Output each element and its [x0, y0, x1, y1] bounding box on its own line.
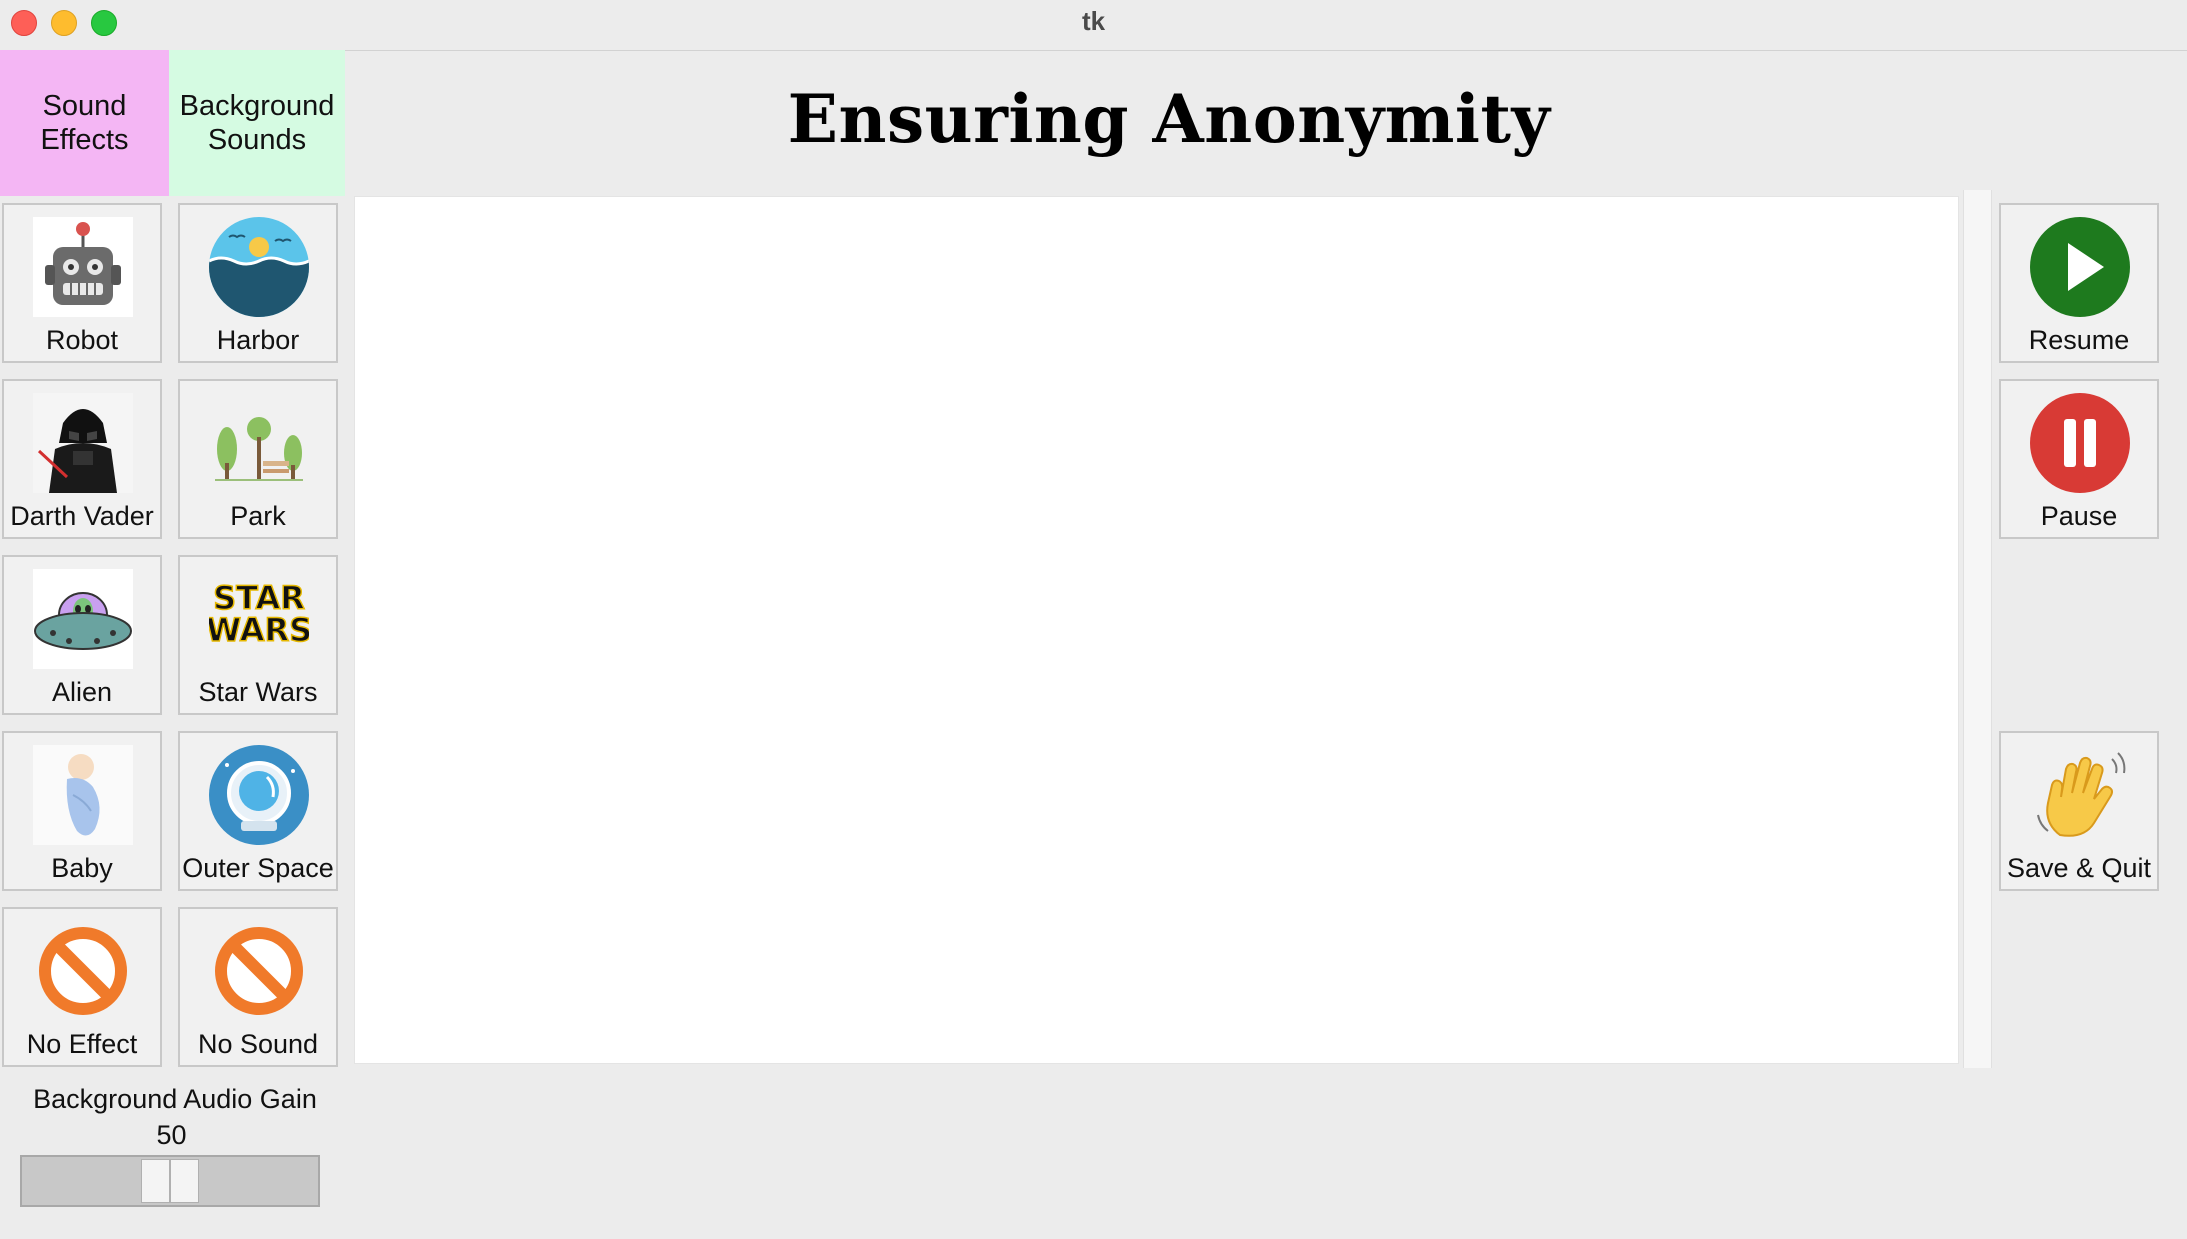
outer-space-button-label: Outer Space	[182, 853, 334, 883]
tab-background-sounds-label: Background Sounds	[179, 90, 335, 156]
page-title: Ensuring Anonymity	[787, 80, 1551, 158]
alien-button-label: Alien	[51, 677, 113, 707]
window-title: tk	[1081, 6, 1106, 36]
gain-slider-thumb[interactable]	[141, 1159, 199, 1203]
tab-background-sounds[interactable]: Background Sounds	[169, 50, 345, 196]
alien-ufo-icon	[33, 569, 133, 669]
play-icon	[2030, 217, 2130, 317]
darth-vader-button[interactable]: Darth Vader	[2, 379, 162, 539]
no-entry-icon	[209, 921, 309, 1021]
no-sound-button-label: No Sound	[197, 1029, 319, 1059]
baby-button-label: Baby	[51, 853, 113, 883]
robot-button-label: Robot	[45, 325, 119, 355]
resume-button[interactable]: Resume	[1999, 203, 2159, 363]
astronaut-helmet-icon	[209, 745, 309, 845]
tab-sound-effects[interactable]: Sound Effects	[0, 50, 169, 196]
harbor-button-label: Harbor	[216, 325, 300, 355]
baby-button[interactable]: Baby	[2, 731, 162, 891]
pause-button[interactable]: Pause	[1999, 379, 2159, 539]
harbor-button[interactable]: Harbor	[178, 203, 338, 363]
tab-sound-effects-label: Sound Effects	[40, 90, 129, 156]
no-effect-button[interactable]: No Effect	[2, 907, 162, 1067]
save-quit-button[interactable]: Save & Quit	[1999, 731, 2159, 891]
robot-button[interactable]: Robot	[2, 203, 162, 363]
star-wars-button-label: Star Wars	[198, 677, 318, 707]
alien-button[interactable]: Alien	[2, 555, 162, 715]
pause-icon	[2030, 393, 2130, 493]
gain-value: 50	[156, 1120, 187, 1150]
waving-hand-icon	[2030, 745, 2130, 845]
window-titlebar: tk	[0, 0, 2187, 51]
gain-label: Background Audio Gain	[33, 1084, 317, 1114]
video-canvas[interactable]	[354, 196, 1959, 1064]
star-wars-logo-icon: STAR WARS	[209, 569, 309, 669]
harbor-icon	[209, 217, 309, 317]
vertical-scrollbar[interactable]	[1963, 190, 1992, 1068]
robot-icon	[33, 217, 133, 317]
outer-space-button[interactable]: Outer Space	[178, 731, 338, 891]
baby-icon	[33, 745, 133, 845]
gain-slider[interactable]	[20, 1155, 320, 1207]
star-wars-logo-line-2: WARS	[209, 611, 309, 649]
resume-button-label: Resume	[2028, 325, 2130, 355]
darth-vader-icon	[33, 393, 133, 493]
no-sound-button[interactable]: No Sound	[178, 907, 338, 1067]
star-wars-button[interactable]: STAR WARS Star Wars	[178, 555, 338, 715]
park-button[interactable]: Park	[178, 379, 338, 539]
save-quit-button-label: Save & Quit	[2006, 853, 2152, 883]
pause-button-label: Pause	[2040, 501, 2118, 531]
no-entry-icon	[33, 921, 133, 1021]
no-effect-button-label: No Effect	[26, 1029, 138, 1059]
park-icon	[209, 393, 309, 493]
park-button-label: Park	[230, 501, 286, 531]
darth-vader-button-label: Darth Vader	[10, 501, 154, 531]
